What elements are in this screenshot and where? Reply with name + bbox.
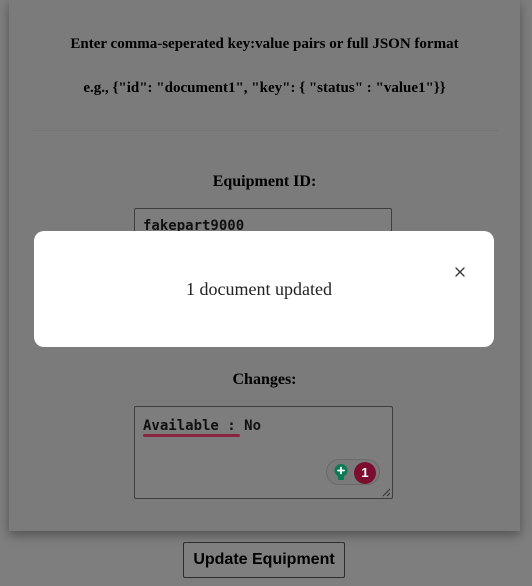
page: Enter comma-seperated key:value pairs or… xyxy=(0,0,532,586)
modal-overlay[interactable]: 1 document updated xyxy=(0,0,532,586)
modal-message: 1 document updated xyxy=(186,279,332,299)
notification-modal: 1 document updated xyxy=(34,231,494,347)
close-icon[interactable] xyxy=(452,264,468,280)
